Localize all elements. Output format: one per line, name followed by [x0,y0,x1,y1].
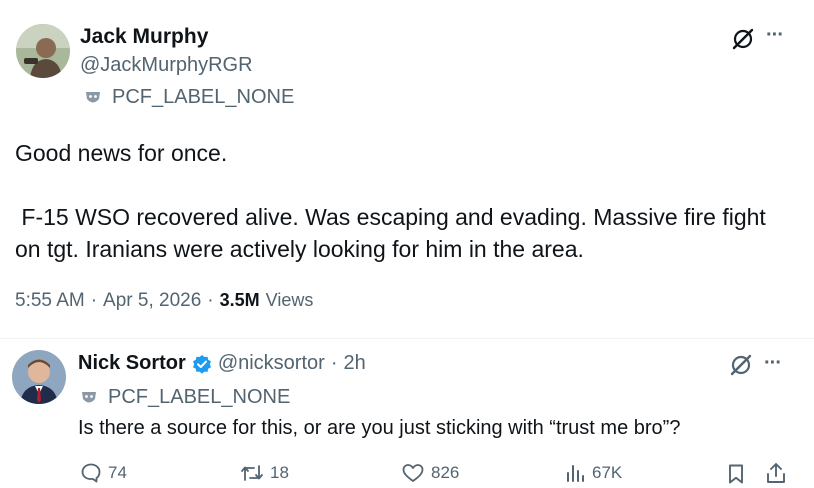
like-count: 826 [431,463,460,482]
separator-dot: · [90,290,98,311]
post-text-line: on tgt. Iranians were actively looking f… [15,236,584,262]
reply-header: Nick Sortor @nicksortor · 2h [78,352,366,375]
post-text-line: Good news for once. [15,140,228,166]
mask-icon [84,89,102,107]
share-icon [765,461,787,485]
repost-count: 18 [270,463,289,482]
reply-more-options-icon[interactable]: ··· [764,352,782,375]
verified-badge-icon [192,354,212,374]
repost-button[interactable]: 18 [240,462,289,484]
reply-affiliation-label: PCF_LABEL_NONE [80,386,290,409]
views-label: Views [265,290,314,310]
reply-count: 74 [108,463,127,482]
author-avatar[interactable] [16,24,70,78]
separator-dot: · [207,290,214,311]
like-button[interactable]: 826 [401,462,459,484]
reply-author-handle[interactable]: @nicksortor [218,352,325,375]
reply-age[interactable]: 2h [343,352,365,375]
grok-icon[interactable] [730,26,756,52]
reply-author-name[interactable]: Nick Sortor [78,352,186,375]
divider [0,338,814,339]
heart-icon [401,462,425,484]
post-meta: 5:55 AM · Apr 5, 2026 · 3.5M Views [15,290,313,312]
post-time[interactable]: 5:55 AM [15,290,85,312]
share-button[interactable] [764,460,788,486]
repost-icon [240,462,264,484]
bookmark-button[interactable] [724,462,748,486]
author-handle[interactable]: @JackMurphyRGR [80,54,253,77]
reply-button[interactable]: 74 [80,462,127,484]
reply-grok-icon[interactable] [728,352,754,378]
mask-icon [80,389,98,407]
views-count[interactable]: 3.5M [220,290,260,311]
post-date[interactable]: Apr 5, 2026 [103,290,201,312]
affiliation-label: PCF_LABEL_NONE [84,86,294,109]
analytics-icon [564,462,586,484]
reply-affiliation-label-text: PCF_LABEL_NONE [108,386,291,408]
views-button[interactable]: 67K [564,462,622,484]
author-name[interactable]: Jack Murphy [80,25,208,49]
more-options-icon[interactable]: ··· [766,24,784,47]
post-text: Good news for once. F-15 WSO recovered a… [15,137,805,265]
separator-dot: · [330,352,338,374]
views-count: 67K [592,463,623,482]
bookmark-icon [726,463,746,485]
affiliation-label-text: PCF_LABEL_NONE [112,86,295,108]
reply-text: Is there a source for this, or are you j… [78,417,681,439]
post-text-line: F-15 WSO recovered alive. Was escaping a… [15,204,766,230]
comment-icon [80,462,102,484]
reply-author-avatar[interactable] [12,350,66,404]
